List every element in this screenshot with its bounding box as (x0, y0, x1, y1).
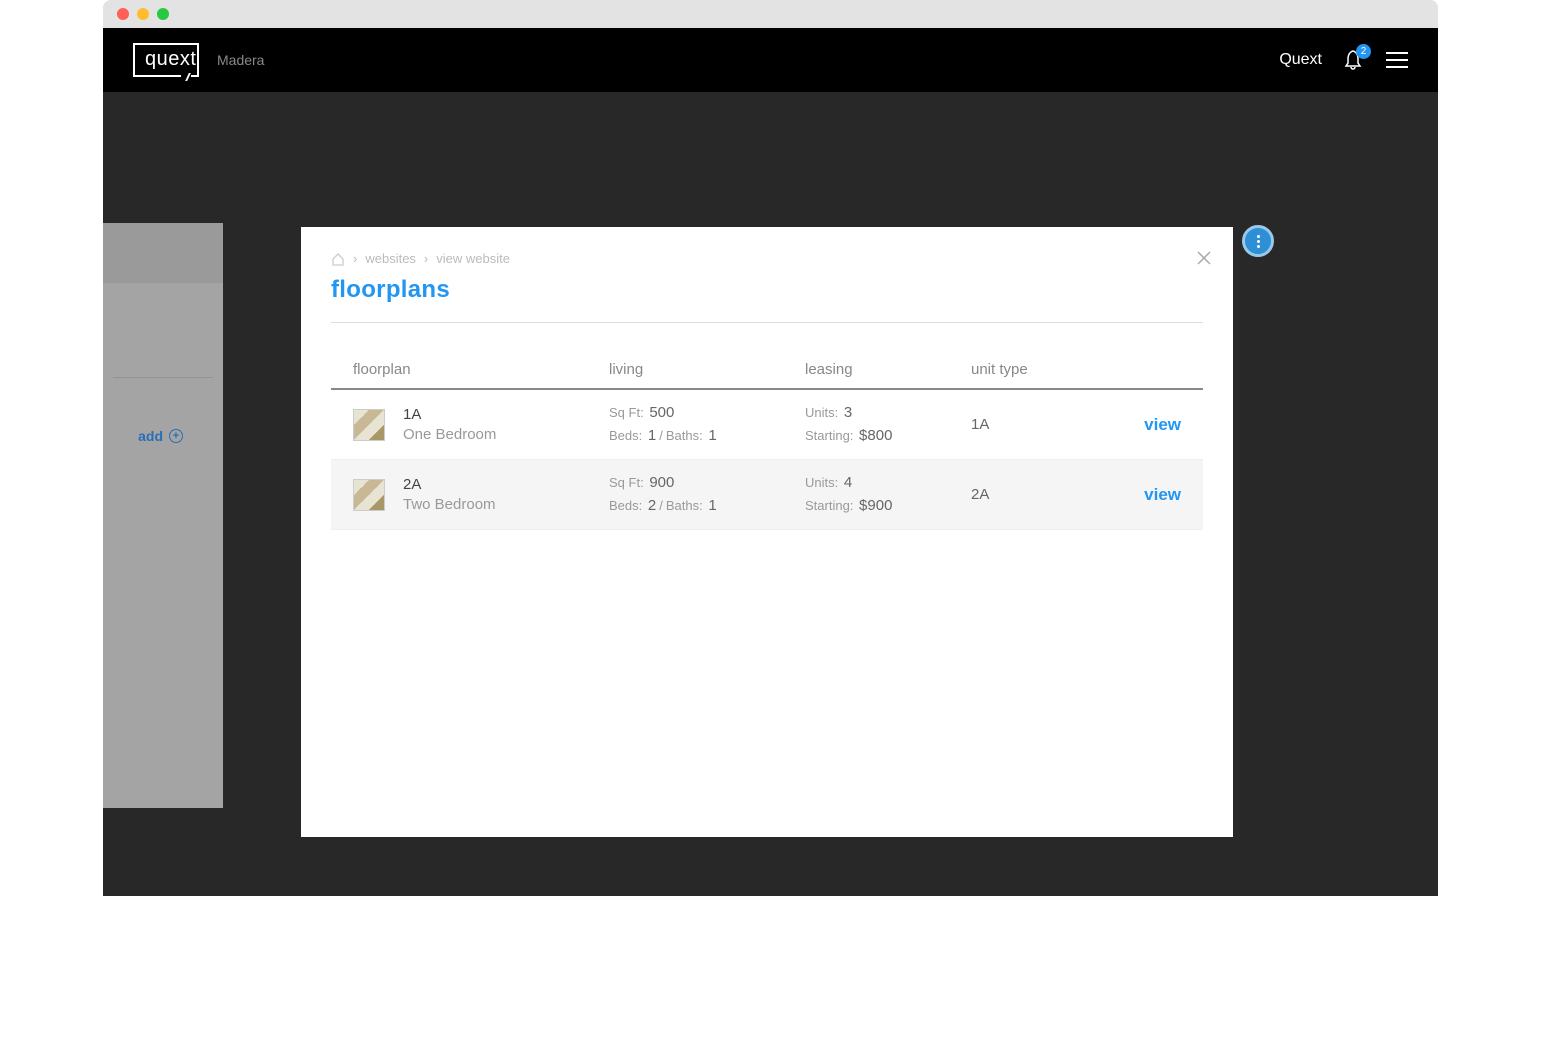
beds-value: 1 (648, 427, 656, 444)
hamburger-icon (1386, 52, 1408, 54)
background-sidebar: add + (103, 223, 223, 808)
notifications-button[interactable]: 2 (1344, 50, 1364, 70)
app-window: quext Madera Quext 2 (103, 28, 1438, 896)
beds-label: Beds: (609, 498, 642, 513)
units-label: Units: (805, 405, 838, 420)
starting-label: Starting: (805, 428, 853, 443)
table-header: floorplan living leasing unit type (331, 361, 1203, 390)
window-minimize-icon[interactable] (137, 8, 149, 20)
baths-label: Baths: (666, 428, 703, 443)
units-value: 4 (844, 474, 852, 491)
floorplans-modal: › websites › view website floorplans flo… (301, 227, 1233, 837)
beds-value: 2 (648, 497, 656, 514)
column-header-floorplan: floorplan (353, 361, 609, 378)
breadcrumb-item[interactable]: view website (436, 251, 510, 266)
app-header: quext Madera Quext 2 (103, 28, 1438, 92)
view-link[interactable]: view (1144, 415, 1181, 434)
table-row[interactable]: 2A Two Bedroom Sq Ft: 900 Beds: 2/Baths:… (331, 460, 1203, 530)
chevron-right-icon: › (353, 251, 357, 266)
browser-frame: quext Madera Quext 2 (103, 0, 1438, 896)
user-label[interactable]: Quext (1279, 51, 1322, 69)
floorplan-name: One Bedroom (403, 426, 496, 443)
floorplan-code: 1A (403, 406, 496, 423)
logo-text: quext (145, 48, 196, 70)
units-label: Units: (805, 475, 838, 490)
property-name: Madera (217, 52, 264, 68)
sqft-value: 500 (649, 404, 674, 421)
floorplan-thumbnail (353, 409, 385, 441)
starting-value: $900 (859, 497, 892, 514)
close-icon (1197, 251, 1211, 265)
unit-type-value: 2A (971, 486, 1141, 503)
menu-button[interactable] (1386, 52, 1408, 68)
column-header-living: living (609, 361, 805, 378)
sqft-label: Sq Ft: (609, 405, 644, 420)
notification-badge: 2 (1356, 44, 1371, 59)
floorplan-name: Two Bedroom (403, 496, 496, 513)
app-logo[interactable]: quext (133, 43, 199, 77)
starting-value: $800 (859, 427, 892, 444)
modal-title: floorplans (331, 276, 1203, 304)
modal-close-button[interactable] (1197, 249, 1211, 270)
home-icon[interactable] (331, 252, 345, 266)
window-maximize-icon[interactable] (157, 8, 169, 20)
add-button[interactable]: add + (138, 428, 183, 444)
unit-type-value: 1A (971, 416, 1141, 433)
column-header-leasing: leasing (805, 361, 971, 378)
more-actions-button[interactable] (1242, 225, 1274, 257)
view-link[interactable]: view (1144, 485, 1181, 504)
sqft-value: 900 (649, 474, 674, 491)
plus-circle-icon: + (169, 429, 183, 443)
floorplan-thumbnail (353, 479, 385, 511)
breadcrumb: › websites › view website (331, 251, 1203, 266)
table-row[interactable]: 1A One Bedroom Sq Ft: 500 Beds: 1/Baths:… (331, 390, 1203, 460)
header-left: quext Madera (133, 43, 264, 77)
beds-label: Beds: (609, 428, 642, 443)
add-label: add (138, 428, 163, 444)
floorplan-code: 2A (403, 476, 496, 493)
baths-label: Baths: (666, 498, 703, 513)
breadcrumb-item[interactable]: websites (365, 251, 416, 266)
starting-label: Starting: (805, 498, 853, 513)
baths-value: 1 (708, 427, 716, 444)
window-close-icon[interactable] (117, 8, 129, 20)
column-header-unit-type: unit type (971, 361, 1141, 378)
browser-titlebar (103, 0, 1438, 28)
header-right: Quext 2 (1279, 50, 1408, 70)
background-panel: add + (103, 283, 223, 808)
units-value: 3 (844, 404, 852, 421)
kebab-icon (1257, 235, 1260, 238)
sqft-label: Sq Ft: (609, 475, 644, 490)
baths-value: 1 (708, 497, 716, 514)
chevron-right-icon: › (424, 251, 428, 266)
